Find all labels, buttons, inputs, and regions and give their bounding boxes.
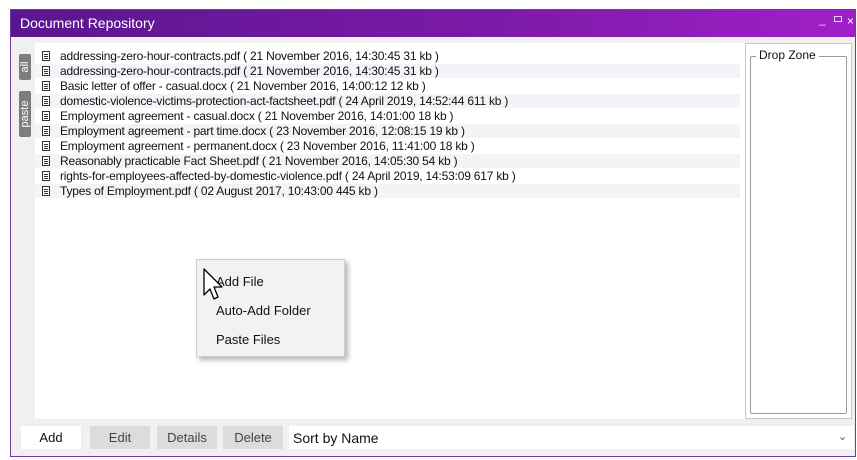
menu-item-auto-add-folder[interactable]: Auto-Add Folder xyxy=(216,303,311,318)
file-entry-text: Employment agreement - permanent.docx ( … xyxy=(60,139,475,153)
document-icon xyxy=(42,66,50,76)
close-icon[interactable]: × xyxy=(847,14,854,28)
tab-paste-label: paste xyxy=(19,100,31,128)
document-icon xyxy=(42,81,50,91)
file-row[interactable]: Employment agreement - part time.docx ( … xyxy=(35,124,740,138)
edit-button[interactable]: Edit xyxy=(90,426,150,449)
file-row[interactable]: Types of Employment.pdf ( 02 August 2017… xyxy=(35,184,740,198)
document-icon xyxy=(42,156,50,166)
file-row[interactable]: Employment agreement - casual.docx ( 21 … xyxy=(35,109,740,123)
drop-zone-label: Drop Zone xyxy=(756,48,819,62)
document-icon xyxy=(42,186,50,196)
minimize-icon[interactable]: _ xyxy=(819,12,826,26)
sort-selected-value: Sort by Name xyxy=(293,430,379,446)
chevron-down-icon[interactable]: ⌄ xyxy=(838,430,847,443)
file-entry-text: Reasonably practicable Fact Sheet.pdf ( … xyxy=(60,154,458,168)
file-entry-text: Employment agreement - casual.docx ( 21 … xyxy=(60,109,454,123)
document-icon xyxy=(42,96,50,106)
file-entry-text: rights-for-employees-affected-by-domesti… xyxy=(60,169,516,183)
file-row[interactable]: addressing-zero-hour-contracts.pdf ( 21 … xyxy=(35,64,740,78)
file-entry-text: domestic-violence-victims-protection-act… xyxy=(60,94,509,108)
mouse-pointer-icon xyxy=(203,268,223,300)
tab-all-label: all xyxy=(19,61,31,73)
file-entry-text: Basic letter of offer - casual.docx ( 21… xyxy=(60,79,426,93)
document-icon xyxy=(42,141,50,151)
file-row[interactable]: domestic-violence-victims-protection-act… xyxy=(35,94,740,108)
file-row[interactable]: rights-for-employees-affected-by-domesti… xyxy=(35,169,740,183)
menu-item-paste-files[interactable]: Paste Files xyxy=(216,332,280,347)
document-icon xyxy=(42,111,50,121)
file-list[interactable]: addressing-zero-hour-contracts.pdf ( 21 … xyxy=(35,43,745,419)
document-icon xyxy=(42,51,50,61)
document-icon xyxy=(42,126,50,136)
drop-zone[interactable]: Drop Zone xyxy=(745,43,852,419)
drop-zone-frame xyxy=(750,56,847,414)
file-entry-text: addressing-zero-hour-contracts.pdf ( 21 … xyxy=(60,49,439,63)
file-entry-text: Types of Employment.pdf ( 02 August 2017… xyxy=(60,184,378,198)
file-row[interactable]: addressing-zero-hour-contracts.pdf ( 21 … xyxy=(35,49,740,63)
delete-button[interactable]: Delete xyxy=(223,426,283,449)
details-button[interactable]: Details xyxy=(157,426,217,449)
file-entry-text: Employment agreement - part time.docx ( … xyxy=(60,124,465,138)
file-row[interactable]: Employment agreement - permanent.docx ( … xyxy=(35,139,740,153)
file-row[interactable]: Basic letter of offer - casual.docx ( 21… xyxy=(35,79,740,93)
window-title: Document Repository xyxy=(20,15,155,31)
document-repository-window: Document Repository _ × all paste addres… xyxy=(10,9,856,457)
tab-all[interactable]: all xyxy=(19,54,31,80)
document-icon xyxy=(42,171,50,181)
title-bar[interactable]: Document Repository _ × xyxy=(11,10,855,37)
maximize-icon[interactable] xyxy=(834,16,842,22)
tab-paste[interactable]: paste xyxy=(19,91,31,137)
file-row[interactable]: Reasonably practicable Fact Sheet.pdf ( … xyxy=(35,154,740,168)
sort-dropdown[interactable]: Sort by Name ⌄ xyxy=(289,426,854,449)
add-button[interactable]: Add xyxy=(21,426,81,449)
file-entry-text: addressing-zero-hour-contracts.pdf ( 21 … xyxy=(60,64,439,78)
